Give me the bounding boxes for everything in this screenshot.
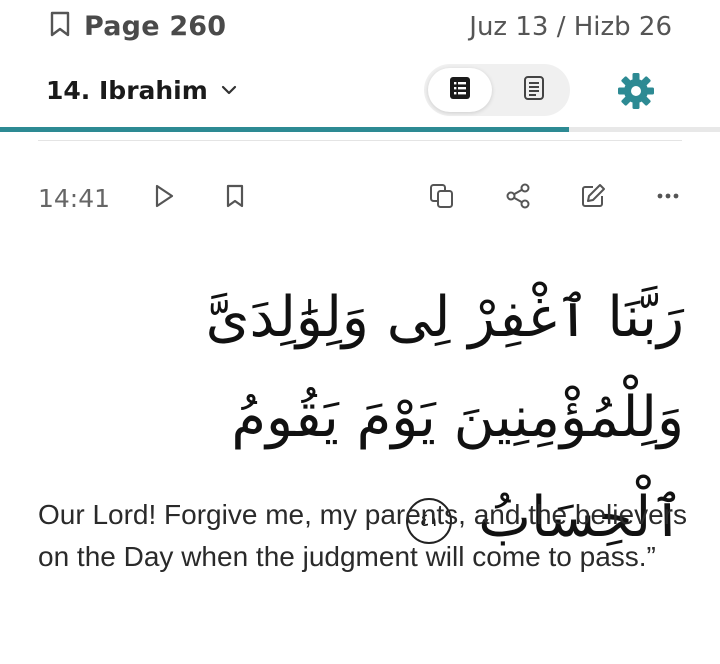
top-bar: Page 260 Juz 13 / Hizb 26 <box>0 0 720 58</box>
reading-progress-bar <box>0 127 720 132</box>
navigation-bar: 14. Ibrahim <box>0 60 720 126</box>
view-mode-toggle <box>424 64 570 116</box>
settings-button[interactable] <box>615 70 657 112</box>
gear-icon <box>615 73 657 116</box>
edit-note-icon <box>579 182 607 214</box>
page-number-label: Page 260 <box>84 10 227 42</box>
play-icon <box>150 182 178 214</box>
share-icon <box>504 182 532 214</box>
page-bookmark[interactable]: Page 260 <box>48 10 226 42</box>
divider <box>38 140 682 141</box>
list-icon <box>448 75 472 105</box>
share-button[interactable] <box>502 182 534 214</box>
reading-progress-fill <box>0 127 569 132</box>
page-icon <box>522 75 546 105</box>
copy-icon <box>428 182 456 214</box>
more-options-button[interactable] <box>652 182 684 214</box>
verse-by-verse-view-button[interactable] <box>428 68 492 112</box>
verse-actions-bar: 14:41 <box>0 172 720 228</box>
more-icon <box>654 182 682 214</box>
verse-translation: Our Lord! Forgive me, my parents, and th… <box>38 499 687 572</box>
note-button[interactable] <box>577 182 609 214</box>
surah-name: 14. Ibrahim <box>46 76 208 105</box>
reading-view-button[interactable] <box>502 68 566 112</box>
bookmark-verse-button[interactable] <box>219 182 251 214</box>
juz-hizb-label: Juz 13 / Hizb 26 <box>469 12 672 42</box>
copy-button[interactable] <box>426 182 458 214</box>
play-button[interactable] <box>148 182 180 214</box>
chevron-down-icon <box>220 81 238 100</box>
verse-key: 14:41 <box>38 184 111 213</box>
surah-selector[interactable]: 14. Ibrahim <box>46 76 238 105</box>
bookmark-icon <box>48 10 72 42</box>
bookmark-icon <box>221 182 249 214</box>
